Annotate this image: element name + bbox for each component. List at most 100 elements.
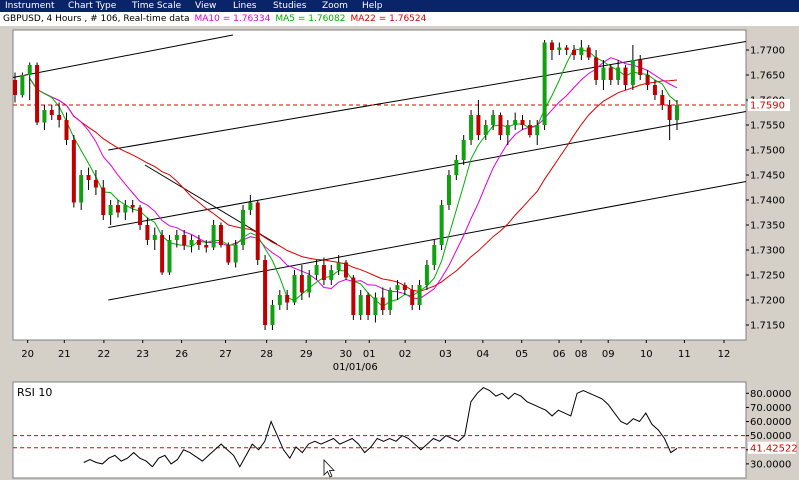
menu-item-studies[interactable]: Studies [273, 0, 306, 12]
candle-body [86, 175, 91, 180]
candle [292, 270, 297, 305]
candle [241, 205, 246, 250]
candle-body [535, 125, 540, 135]
candle [344, 260, 348, 280]
candle [226, 242, 231, 265]
candle [167, 235, 172, 275]
candle-body [49, 110, 54, 115]
candle-body [454, 160, 459, 175]
candle-body [616, 67, 621, 80]
candle-body [505, 125, 510, 135]
y-tick-label: 1.7550 [750, 121, 785, 132]
candle-body [542, 42, 547, 125]
candle [263, 255, 268, 330]
price-plot-area[interactable] [12, 29, 747, 341]
candle-body [263, 260, 268, 325]
candle-body [277, 295, 282, 305]
candle [542, 40, 547, 130]
x-tick-label: 30 [339, 349, 352, 360]
x-tick-label: 29 [300, 349, 313, 360]
candle [71, 135, 76, 208]
candle-body [366, 295, 371, 315]
date-label: 01/01/06 [333, 362, 378, 373]
candle-body [241, 210, 246, 245]
chart-info-bar: GBPUSD, 4 Hours , # 106, Real-time data M… [0, 12, 799, 26]
menu-item-lines[interactable]: Lines [233, 0, 256, 12]
rsi-plot-area[interactable] [12, 381, 747, 479]
candle-body [344, 262, 348, 278]
menu-item-help[interactable]: Help [362, 0, 383, 12]
y-tick-label: 1.7350 [750, 221, 785, 232]
menu-item-time-scale[interactable]: Time Scale [132, 0, 181, 12]
y-tick-label: 1.7700 [750, 46, 785, 57]
candle-body [520, 120, 525, 125]
candle-body [638, 60, 643, 75]
candle-body [513, 120, 518, 125]
rsi-current-label: 41.42522 [750, 443, 798, 454]
candle-body [432, 245, 437, 265]
x-tick-label: 21 [58, 349, 71, 360]
candle-body [285, 295, 290, 303]
candle-body [424, 265, 429, 285]
candle-body [152, 235, 157, 240]
candle-body [439, 205, 444, 245]
candle-body [395, 285, 400, 290]
menu-item-instrument[interactable]: Instrument [5, 0, 55, 12]
y-tick-label: 1.7200 [750, 296, 785, 307]
ma5-readout: MA5 = 1.76082 [275, 14, 346, 24]
candle-body [594, 57, 599, 80]
y-tick-label: 1.7150 [750, 321, 785, 332]
candle-body [196, 240, 201, 245]
candle-body [189, 240, 194, 245]
candle-body [218, 225, 223, 245]
price-chart[interactable]: 1.77001.76501.76001.75501.75001.74501.74… [0, 26, 799, 376]
candle [160, 230, 165, 275]
chart-details-label: , 4 Hours , # 106, Real-time data [40, 14, 190, 24]
candle-body [321, 265, 326, 280]
candle-body [446, 175, 451, 205]
price-level-label: 1.7590 [750, 101, 785, 112]
candle-body [211, 225, 216, 248]
candle-body [182, 235, 187, 245]
candle [469, 110, 474, 145]
x-tick-label: 03 [439, 349, 452, 360]
x-tick-label: 06 [553, 349, 566, 360]
candle-body [270, 305, 275, 325]
candle [20, 72, 25, 98]
candle-body [57, 115, 62, 120]
x-tick-label: 22 [98, 349, 111, 360]
ma10-readout: MA10 = 1.76334 [194, 14, 271, 24]
candle-body [527, 125, 532, 135]
candle-body [20, 75, 25, 95]
x-tick-label: 28 [260, 349, 273, 360]
candle [35, 62, 40, 125]
candle [255, 200, 260, 265]
candle-body [469, 115, 474, 140]
candle-body [549, 42, 554, 50]
rsi-y-tick-label: 70.0000 [750, 403, 791, 414]
candle-body [652, 85, 657, 95]
menu-item-chart-type[interactable]: Chart Type [68, 0, 116, 12]
candle-body [145, 225, 150, 240]
candle-body [233, 245, 238, 263]
menu-item-zoom[interactable]: Zoom [322, 0, 348, 12]
symbol-label: GBPUSD [3, 14, 41, 24]
y-tick-label: 1.7500 [750, 146, 785, 157]
candle-body [572, 50, 577, 55]
rsi-chart[interactable]: RSI 10 80.000070.000060.000050.000040.00… [0, 380, 799, 480]
candle-body [491, 115, 496, 125]
x-tick-label: 01 [363, 349, 376, 360]
candle [446, 170, 451, 210]
y-tick-label: 1.7250 [750, 271, 785, 282]
rsi-title: RSI 10 [17, 386, 52, 399]
candle-body [167, 240, 172, 273]
x-tick-label: 27 [219, 349, 232, 360]
candle-body [410, 290, 415, 305]
candle-body [388, 290, 393, 310]
candle-body [336, 262, 341, 270]
y-tick-label: 1.7650 [750, 71, 785, 82]
menu-item-view[interactable]: View [195, 0, 216, 12]
candle-body [108, 205, 113, 215]
candle [351, 275, 356, 320]
candle-body [483, 125, 488, 135]
